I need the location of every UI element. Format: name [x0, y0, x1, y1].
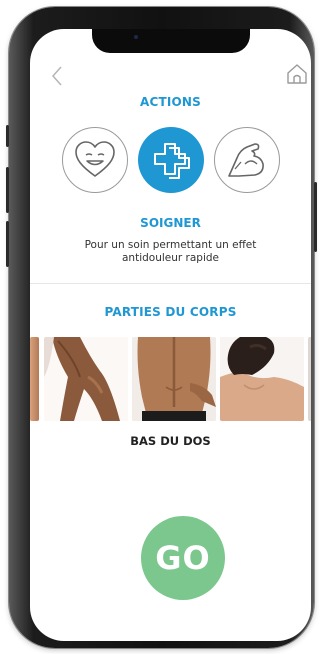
body-part-next-photo[interactable]	[308, 337, 311, 421]
medical-cross-icon	[154, 143, 190, 179]
body-part-legs-photo[interactable]	[44, 337, 128, 421]
smiling-heart-icon	[75, 141, 115, 177]
mute-switch	[6, 125, 9, 147]
legs-image	[44, 337, 128, 421]
notch	[92, 29, 250, 53]
lower-back-image	[132, 337, 216, 421]
volume-down-button	[6, 221, 9, 267]
action-muscle-button[interactable]	[214, 127, 280, 193]
actions-title: ACTIONS	[139, 95, 202, 109]
app-screen: ACTIONS SOIGNER Pour un soin permettant …	[30, 29, 311, 641]
go-button[interactable]: GO	[141, 516, 225, 600]
action-wellbeing-button[interactable]	[62, 127, 128, 193]
action-heal-button[interactable]	[138, 127, 204, 193]
selected-action-description: Pour un soin permettant un effet antidou…	[84, 239, 257, 264]
body-part-shoulder-photo[interactable]	[220, 337, 304, 421]
shoulder-image	[220, 337, 304, 421]
body-part-lower-back-photo[interactable]	[132, 337, 216, 421]
volume-up-button	[6, 167, 9, 213]
body-part-arm-photo[interactable]	[30, 337, 39, 421]
body-parts-title: PARTIES DU CORPS	[104, 305, 237, 319]
chevron-left-icon[interactable]	[49, 65, 65, 87]
flexed-arm-icon	[228, 143, 264, 177]
power-button	[314, 182, 317, 252]
selected-action-name: SOIGNER	[140, 216, 201, 230]
home-icon[interactable]	[286, 63, 308, 85]
section-divider	[30, 283, 311, 284]
selected-body-part-label: BAS DU DOS	[130, 434, 211, 448]
phone-frame: ACTIONS SOIGNER Pour un soin permettant …	[6, 7, 317, 648]
